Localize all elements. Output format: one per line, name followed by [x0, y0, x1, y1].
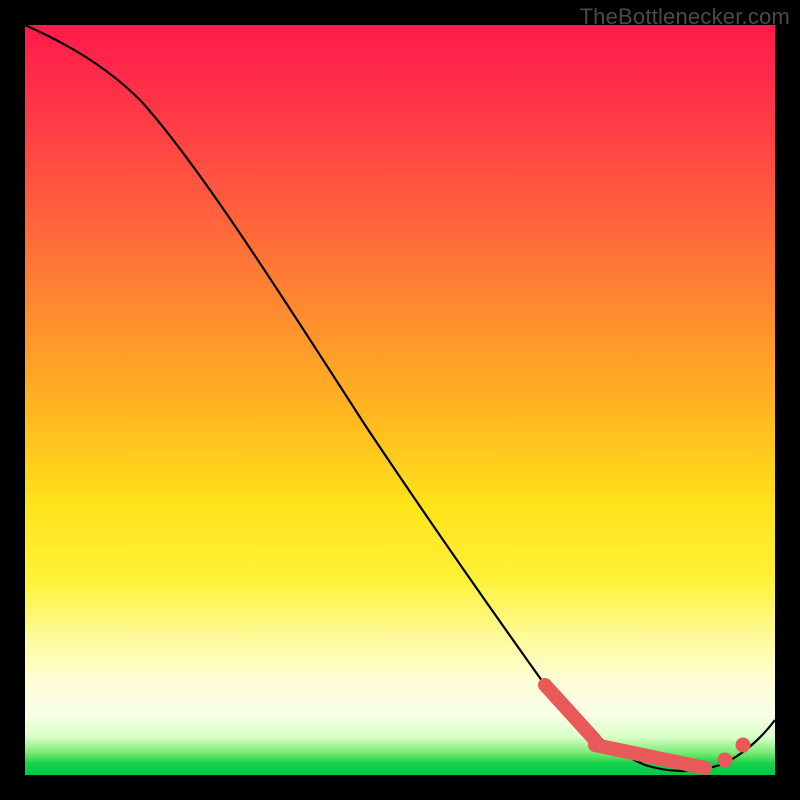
- chart-frame: TheBottlenecker.com: [0, 0, 800, 800]
- bottleneck-curve: [25, 25, 775, 771]
- plot-area: [25, 25, 775, 775]
- highlight-segment-left: [545, 685, 595, 740]
- watermark-text: TheBottlenecker.com: [580, 4, 790, 30]
- highlight-segment-flat: [595, 745, 705, 768]
- highlight-dot: [736, 738, 750, 752]
- highlight-dot: [718, 753, 732, 767]
- curve-layer: [25, 25, 775, 775]
